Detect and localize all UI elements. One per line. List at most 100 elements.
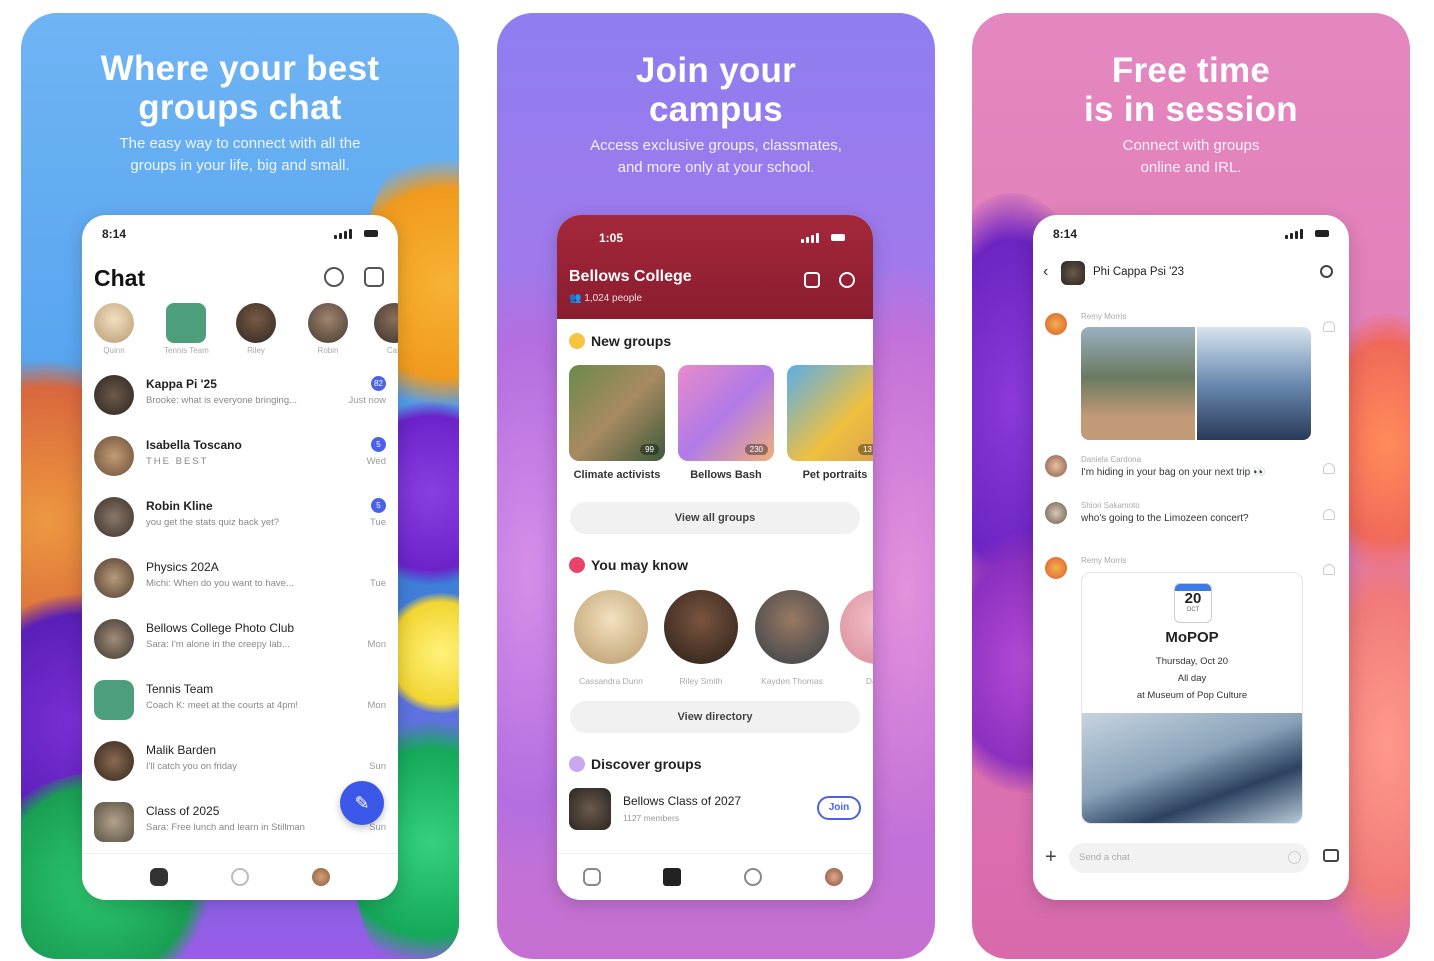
chat-time: Just now — [348, 395, 387, 406]
event-card[interactable]: 20 OCT MoPOP Thursday, Oct 20 All day at… — [1081, 572, 1303, 824]
page-title: Chat — [94, 265, 146, 291]
avatar — [755, 590, 829, 664]
emoji-icon[interactable] — [1288, 851, 1301, 864]
group-avatar — [1061, 261, 1085, 285]
tab-bar — [82, 853, 398, 900]
event-month: OCT — [1186, 607, 1200, 613]
avatar — [840, 590, 873, 664]
promo-panel-campus: Join your campus Access exclusive groups… — [497, 13, 935, 959]
person-name: Cassandra Dunn — [579, 676, 643, 686]
share-icon[interactable] — [804, 272, 820, 288]
plus-icon[interactable]: + — [1045, 846, 1057, 869]
discover-tab-icon[interactable] — [744, 868, 762, 886]
status-time: 8:14 — [1053, 227, 1078, 241]
avatar — [308, 303, 348, 343]
compose-icon: ✎ — [354, 793, 370, 813]
group-card[interactable]: 99 Climate activists — [569, 365, 665, 481]
chat-preview: Brooke: what is everyone bringing... — [146, 395, 298, 406]
story-name: Riley — [247, 346, 265, 355]
chat-row[interactable]: Physics 202A Michi: When do you want to h… — [94, 552, 386, 606]
chat-name: Bellows College Photo Club — [146, 621, 295, 635]
person-suggestion[interactable]: Cassandra Dunn — [573, 590, 649, 686]
campus-tab-icon[interactable] — [663, 868, 681, 886]
event-location: at Museum of Pop Culture — [1136, 690, 1248, 701]
message-input[interactable]: Send a chat — [1069, 843, 1309, 873]
person-suggestion[interactable]: Kayden Thomas — [754, 590, 830, 686]
avatar — [94, 436, 134, 476]
chat-row[interactable]: Tennis Team Coach K: meet at the courts a… — [94, 674, 386, 728]
section-new-groups: New groups — [569, 333, 671, 349]
chat-name: Physics 202A — [146, 560, 219, 574]
group-card[interactable]: 230 Bellows Bash — [678, 365, 774, 481]
group-label: Climate activists — [573, 469, 661, 481]
story-avatar[interactable]: Riley — [234, 303, 278, 355]
status-bar: 8:14 — [102, 227, 378, 243]
event-day: 20 — [1184, 590, 1202, 607]
heart-icon[interactable] — [1323, 321, 1335, 332]
story-avatar[interactable]: Quinn — [92, 303, 136, 355]
heart-icon[interactable] — [1323, 564, 1335, 575]
story-name: Quinn — [103, 346, 125, 355]
heart-icon[interactable] — [1323, 463, 1335, 474]
unread-badge: 82 — [371, 376, 386, 391]
add-contact-icon[interactable] — [324, 267, 344, 287]
avatar — [574, 590, 648, 664]
discover-tab-icon[interactable] — [231, 868, 249, 886]
avatar — [94, 741, 134, 781]
message-sender: Remy Morris — [1081, 556, 1127, 565]
profile-tab-icon[interactable] — [825, 868, 843, 886]
chat-time: Tue — [369, 578, 386, 589]
story-avatar[interactable]: Robin — [306, 303, 350, 355]
back-chevron-icon[interactable]: ‹ — [1043, 263, 1048, 281]
compose-button[interactable]: ✎ — [340, 781, 384, 825]
story-name: Tennis Team — [164, 346, 209, 355]
avatar — [94, 558, 134, 598]
event-time: All day — [1177, 673, 1207, 684]
settings-icon[interactable] — [839, 272, 855, 288]
profile-tab-icon[interactable] — [312, 868, 330, 886]
chat-row[interactable]: Isabella Toscano THE BEST Wed 5 — [94, 430, 386, 484]
heart-eyes-emoji-icon — [569, 557, 585, 573]
promo-panel-chat: Where your best groups chat The easy way… — [21, 13, 459, 959]
search-icon[interactable] — [1320, 265, 1333, 278]
member-count: 230 — [744, 444, 768, 455]
college-name: Bellows College — [569, 268, 692, 285]
campus-header: 1:05 Bellows College 👥 1,024 people — [557, 215, 873, 319]
person-suggestion[interactable]: Riley Smith — [663, 590, 739, 686]
qr-code-icon[interactable] — [364, 267, 384, 287]
chat-name: Robin Kline — [146, 499, 213, 513]
view-directory-button[interactable]: View directory — [570, 701, 860, 733]
chat-row[interactable]: Robin Kline you get the stats quiz back y… — [94, 491, 386, 545]
view-all-groups-button[interactable]: View all groups — [570, 502, 860, 534]
story-avatar[interactable]: Tennis Team — [164, 303, 209, 355]
chat-tab-icon[interactable] — [150, 868, 168, 886]
subheadline-line: Access exclusive groups, classmates, — [590, 137, 842, 154]
photo-message[interactable] — [1081, 327, 1311, 440]
people-icon: 👥 — [569, 293, 585, 304]
signal-battery-icon — [801, 233, 845, 243]
group-label: Bellows Bash — [690, 469, 762, 481]
chat-row[interactable]: Bellows College Photo Club Sara: I'm alon… — [94, 613, 386, 667]
group-members: 1127 members — [623, 813, 680, 823]
chat-preview: Coach K: meet at the courts at 4pm! — [146, 700, 299, 711]
chat-row[interactable]: Kappa Pi '25 Brooke: what is everyone bri… — [94, 369, 386, 423]
discover-group-row[interactable]: Bellows Class of 2027 1127 members Join — [569, 788, 861, 834]
person-suggestion[interactable]: Danie — [839, 590, 873, 686]
chat-header: ‹ Phi Cappa Psi '23 — [1033, 259, 1349, 289]
phone-chat-list: 8:14 Chat Quinn Tennis Team Riley Robin … — [82, 215, 398, 900]
group-card[interactable]: 13 Pet portraits — [787, 365, 873, 481]
unread-badge: 5 — [371, 437, 386, 452]
group-image: 99 — [569, 365, 665, 461]
avatar — [94, 802, 134, 842]
message-text: I'm hiding in your bag on your next trip… — [1081, 467, 1266, 478]
story-avatar[interactable]: Cas — [372, 303, 398, 355]
join-button[interactable]: Join — [817, 796, 861, 820]
chat-row[interactable]: Malik Barden I'll catch you on friday Sun — [94, 735, 386, 789]
chat-time: Sun — [369, 761, 386, 772]
heart-icon[interactable] — [1323, 509, 1335, 520]
camera-icon[interactable] — [1323, 849, 1339, 862]
chat-tab-icon[interactable] — [583, 868, 601, 886]
chat-preview: Sara: I'm alone in the creepy lab... — [146, 639, 290, 650]
chat-preview: THE BEST — [146, 456, 209, 467]
avatar — [1045, 455, 1067, 477]
